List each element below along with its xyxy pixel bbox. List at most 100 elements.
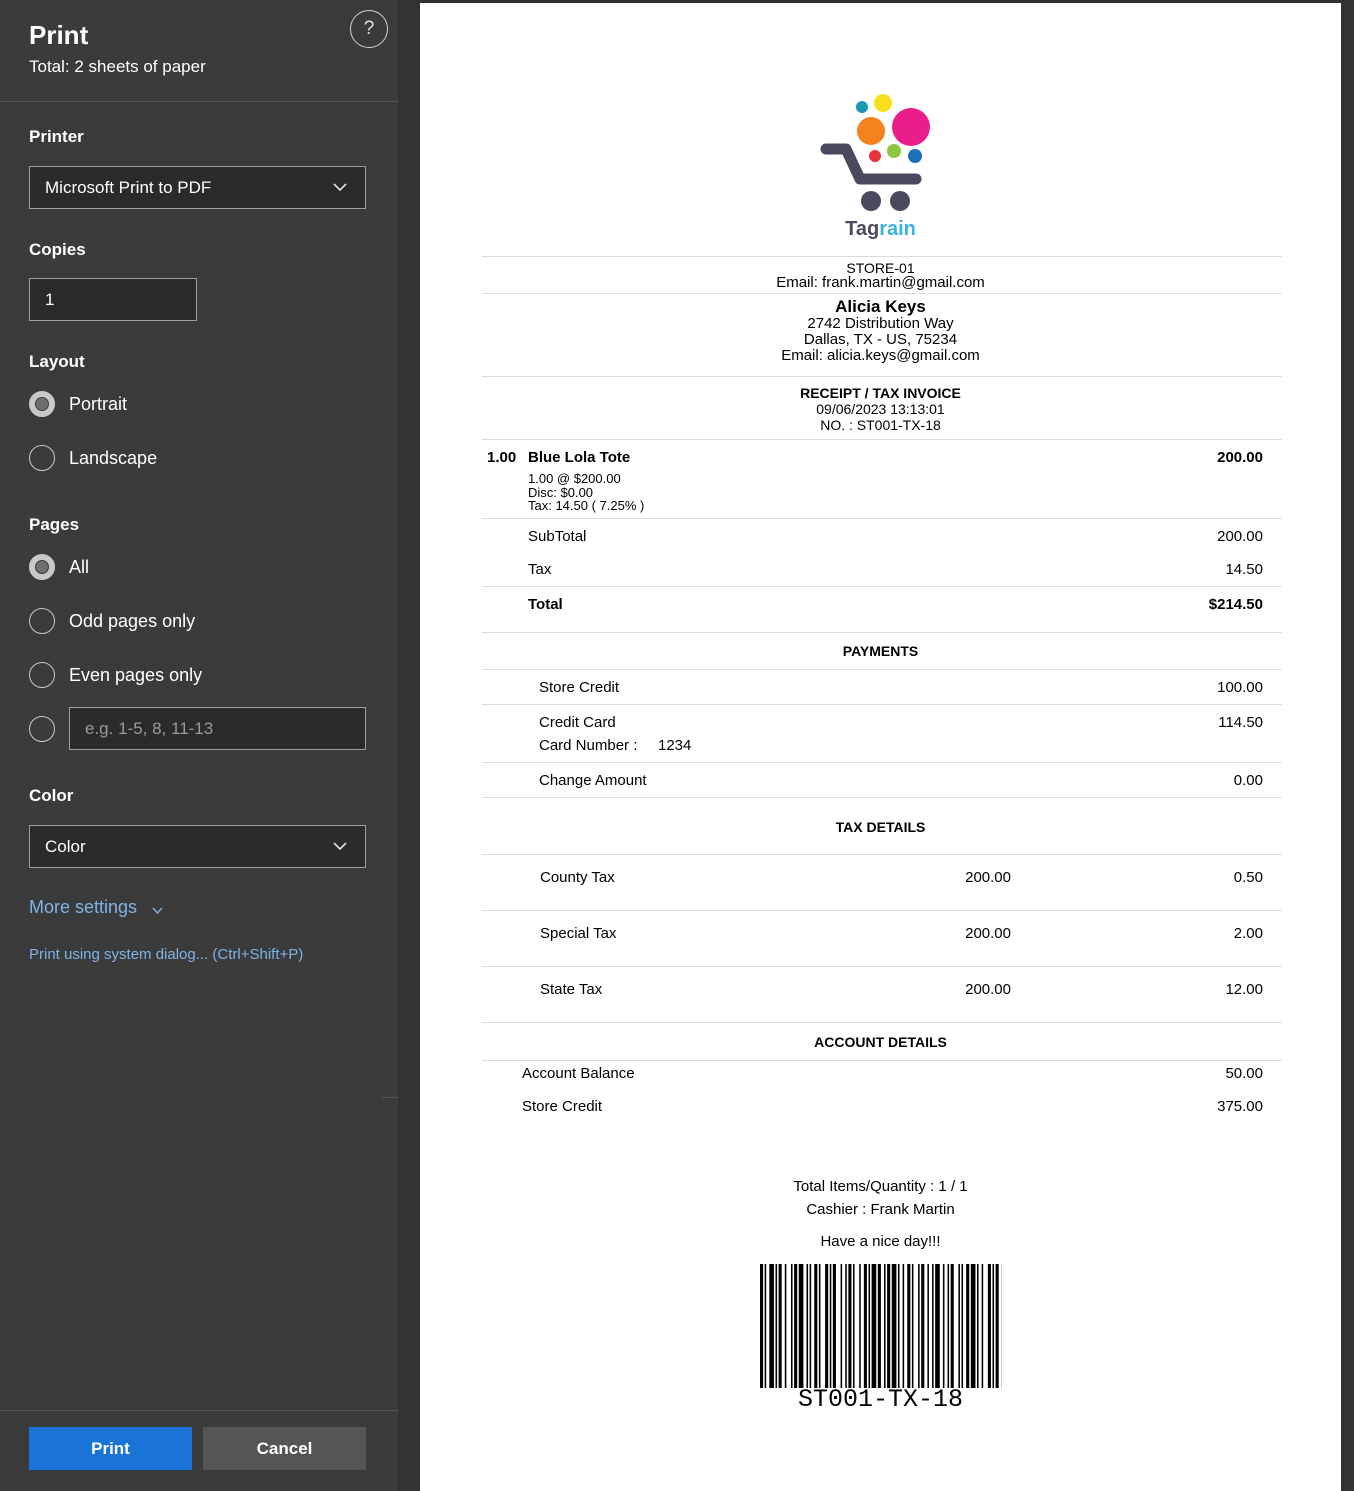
landscape-radio[interactable] — [29, 445, 55, 471]
divider — [482, 632, 1282, 633]
barcode-bar — [871, 1264, 877, 1388]
item-name: Blue Lola Tote — [528, 449, 631, 466]
barcode-bar — [845, 1264, 847, 1388]
total-items: Total Items/Quantity : 1 / 1 — [793, 1178, 968, 1195]
total-value: $214.50 — [1208, 596, 1263, 613]
barcode-bar — [897, 1264, 900, 1388]
barcode-bar — [987, 1264, 991, 1388]
customer-name: Alicia Keys — [835, 297, 926, 316]
card-number-value: 1234 — [658, 737, 692, 754]
cancel-button[interactable]: Cancel — [203, 1427, 366, 1470]
barcode-bar — [863, 1264, 867, 1388]
barcode-bar — [966, 1264, 970, 1388]
layout-label: Layout — [29, 352, 85, 371]
card-number-label: Card Number : — [539, 737, 638, 754]
store-email: Email: frank.martin@gmail.com — [776, 274, 985, 291]
chevron-down-icon[interactable] — [152, 905, 163, 916]
divider — [482, 293, 1282, 294]
portrait-radio[interactable] — [29, 391, 55, 417]
pages-label: Pages — [29, 515, 80, 534]
barcode-bar — [961, 1264, 964, 1388]
barcode-bar — [921, 1264, 925, 1388]
barcode-bar — [784, 1264, 787, 1388]
barcode-bar — [794, 1264, 798, 1388]
item-tax: Tax: 14.50 ( 7.25% ) — [528, 498, 645, 513]
barcode-bar — [902, 1264, 905, 1388]
all-pages-label: All — [69, 557, 90, 577]
page-range-input[interactable]: e.g. 1-5, 8, 11-13 — [69, 707, 366, 750]
tax-detail-base: 200.00 — [965, 869, 1011, 886]
print-settings-panel: Print Total: 2 sheets of paper ? Printer… — [0, 0, 398, 1491]
odd-pages-radio[interactable] — [29, 608, 55, 634]
divider — [482, 704, 1282, 705]
cashier: Cashier : Frank Martin — [806, 1201, 955, 1218]
odd-pages-label: Odd pages only — [69, 611, 196, 631]
tax-detail-amount: 2.00 — [1233, 925, 1263, 942]
divider — [482, 669, 1282, 670]
brand-name: Tagrain — [845, 218, 916, 240]
tax-value: 14.50 — [1225, 561, 1263, 578]
divider — [482, 797, 1282, 798]
chevron-down-icon — [333, 842, 347, 851]
barcode-bar — [884, 1264, 886, 1388]
barcode-bar — [927, 1264, 929, 1388]
barcode-bar — [907, 1264, 911, 1388]
copies-input[interactable]: 1 — [29, 278, 197, 321]
payment-store-credit-label: Store Credit — [539, 679, 620, 696]
print-button[interactable]: Print — [29, 1427, 192, 1470]
even-pages-radio[interactable] — [29, 662, 55, 688]
divider — [482, 256, 1282, 257]
tax-detail-amount: 12.00 — [1225, 981, 1263, 998]
barcode-bar — [806, 1264, 809, 1388]
item-quantity: 1.00 — [487, 449, 517, 466]
color-value: Color — [45, 836, 86, 856]
printer-select[interactable]: Microsoft Print to PDF — [29, 166, 366, 209]
barcode-bar — [829, 1264, 832, 1388]
system-dialog-link[interactable]: Print using system dialog... (Ctrl+Shift… — [29, 946, 303, 963]
more-settings-link[interactable]: More settings — [29, 897, 137, 918]
barcode-bar — [887, 1264, 891, 1388]
tax-detail-name: County Tax — [540, 869, 615, 886]
barcode-bar — [859, 1264, 861, 1388]
barcode-bar — [809, 1264, 812, 1388]
payment-credit-card-label: Credit Card — [539, 714, 616, 731]
divider — [482, 518, 1282, 519]
custom-pages-radio[interactable] — [29, 716, 55, 742]
barcode-bar — [814, 1264, 818, 1388]
barcode-bar — [840, 1264, 843, 1388]
barcode-bar — [853, 1264, 855, 1388]
printer-value: Microsoft Print to PDF — [45, 177, 212, 197]
divider — [482, 586, 1282, 587]
landscape-label: Landscape — [69, 448, 158, 468]
document-title: RECEIPT / TAX INVOICE — [800, 385, 961, 401]
barcode — [760, 1264, 1002, 1388]
barcode-bar — [760, 1264, 764, 1388]
tax-detail-base: 200.00 — [965, 925, 1011, 942]
tax-detail-amount: 0.50 — [1233, 869, 1263, 886]
customer-address-line1: 2742 Distribution Way — [807, 315, 954, 332]
divider — [482, 966, 1282, 967]
portrait-label: Portrait — [69, 394, 128, 414]
help-button[interactable]: ? — [350, 10, 388, 48]
barcode-bar — [958, 1264, 960, 1388]
subtotal-label: SubTotal — [528, 528, 587, 545]
barcode-bar — [778, 1264, 782, 1388]
barcode-bar — [977, 1264, 979, 1388]
divider — [0, 1410, 398, 1411]
chevron-down-icon — [333, 183, 347, 192]
dialog-title: Print — [29, 20, 89, 50]
color-select[interactable]: Color — [29, 825, 366, 868]
barcode-bar — [832, 1264, 836, 1388]
account-store-credit-label: Store Credit — [522, 1098, 603, 1115]
barcode-bar — [825, 1264, 829, 1388]
item-amount: 200.00 — [1217, 449, 1263, 466]
barcode-bar — [995, 1264, 999, 1388]
tagrain-logo — [820, 94, 930, 211]
customer-address-line2: Dallas, TX - US, 75234 — [803, 331, 958, 348]
barcode-bar — [911, 1264, 914, 1388]
tax-label: Tax — [528, 561, 552, 578]
all-pages-radio[interactable] — [29, 554, 55, 580]
divider — [0, 101, 398, 102]
subtotal-value: 200.00 — [1217, 528, 1263, 545]
divider — [482, 910, 1282, 911]
